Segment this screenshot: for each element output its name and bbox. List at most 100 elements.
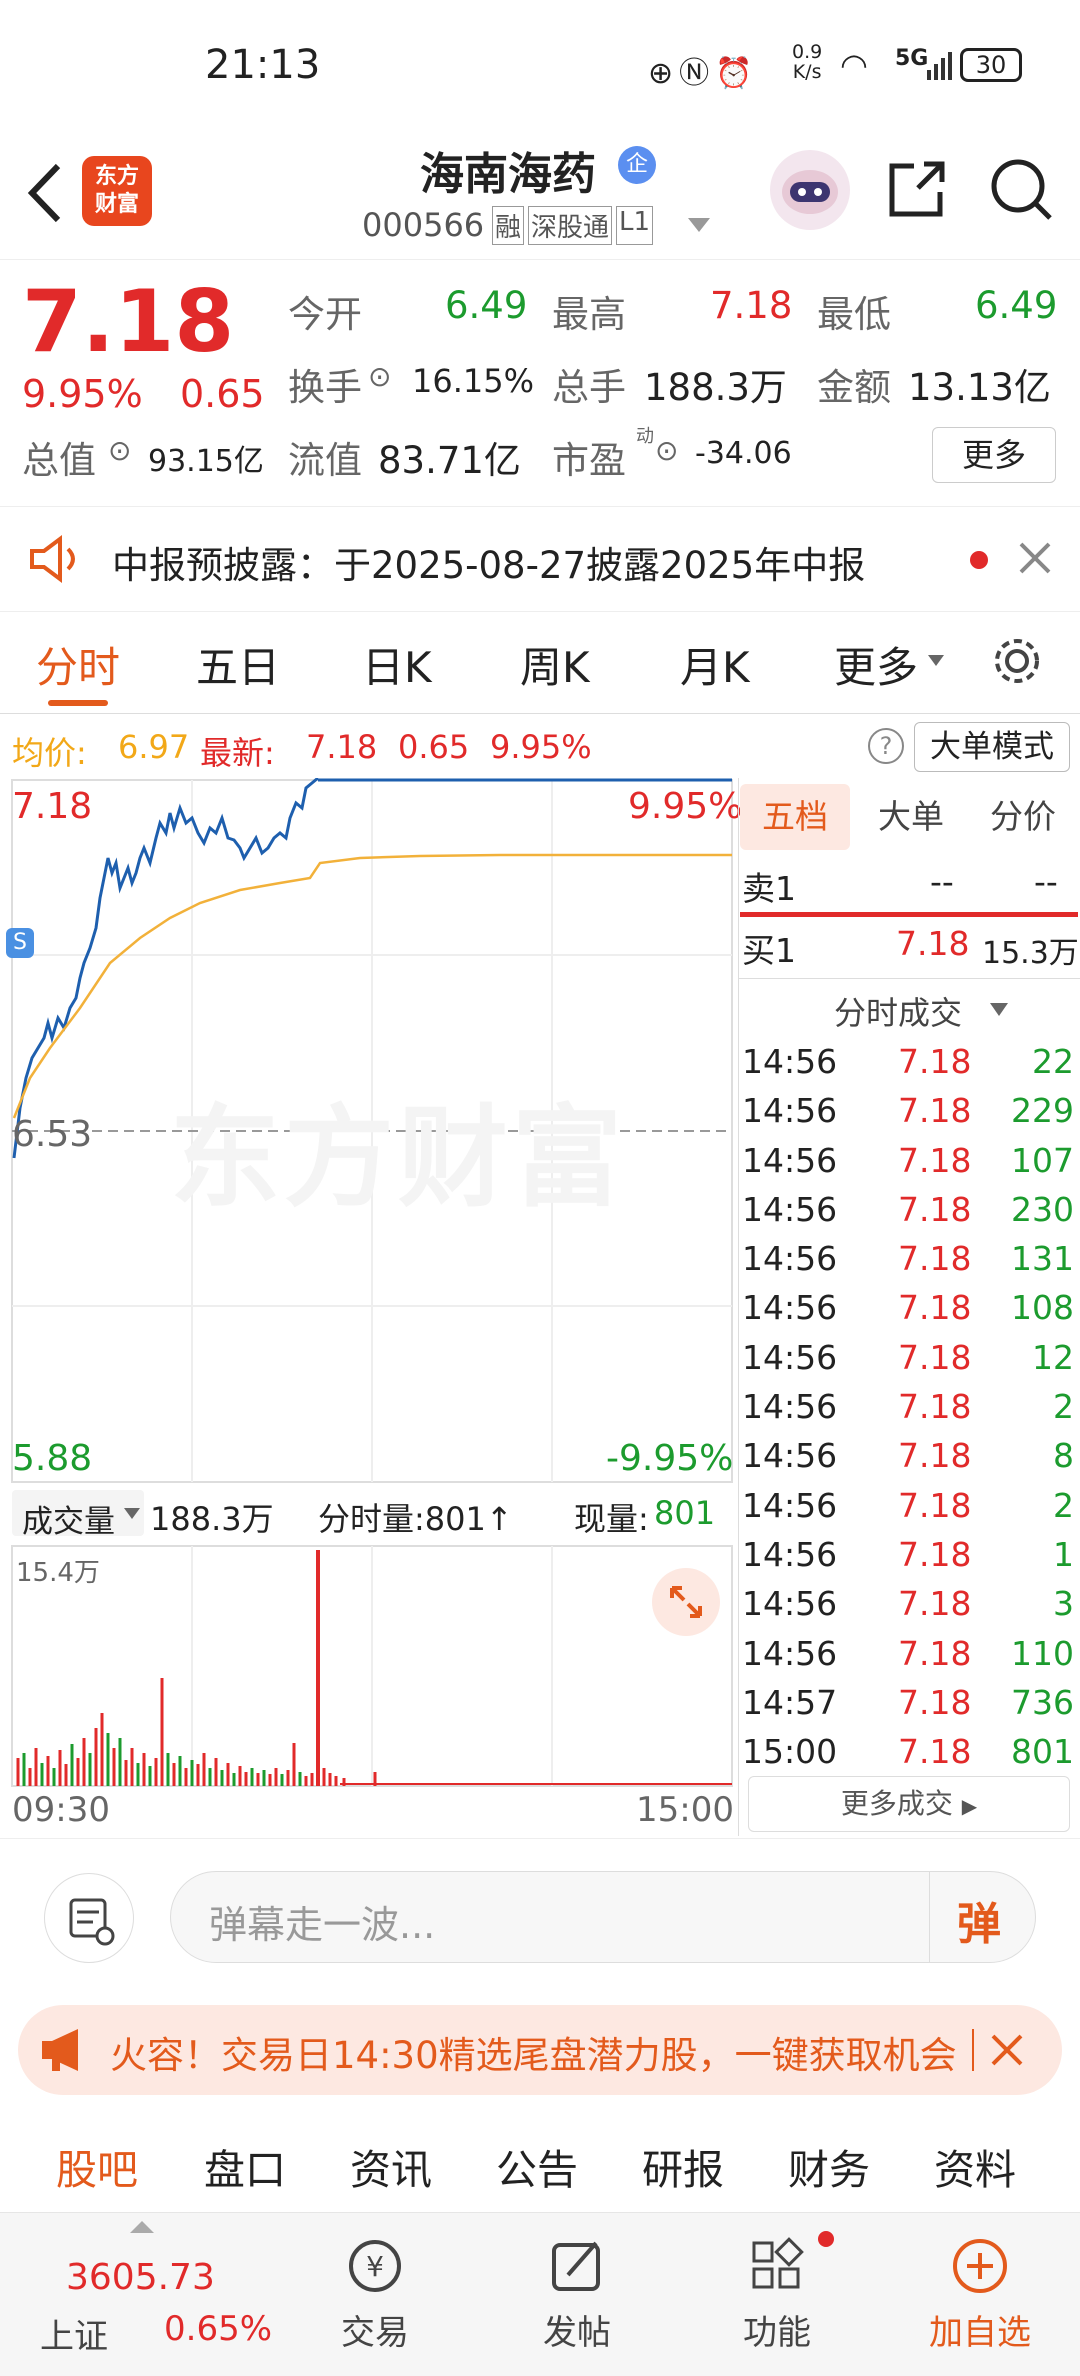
tab-more[interactable]: 更多 [834,634,918,695]
tick-price: 7.18 [898,1387,972,1427]
mcap-label: 总值 [22,439,96,482]
close-icon[interactable] [1018,541,1052,575]
intraday-chart[interactable]: 东方财富 7.18 9.95% 6.53 5.88 -9.95% S 成交量 1… [0,778,742,1838]
volume-selector-label: 成交量 [22,1504,115,1540]
amount-label: 金额 [817,366,891,409]
latest-value: 7.18 [306,728,378,766]
tab-finance[interactable]: 财务 [788,2136,870,2196]
dropdown-icon[interactable] [688,218,710,234]
tick-list: 14:56 7.18 22 14:56 7.18 229 14:56 7.18 107 14… [738,1038,1080,1777]
tab-five-levels[interactable]: 五档 [740,784,850,850]
notice-dot [970,551,988,569]
large-order-mode-button[interactable]: 大单模式 [914,722,1070,772]
sell1-price: -- [930,862,954,901]
minute-volume: 分时量:801↑ [318,1500,513,1538]
tick-time: 14:56 [742,1387,838,1427]
volume-selector[interactable]: 成交量 [12,1490,144,1540]
tag: 融 [492,206,525,245]
more-button[interactable]: 更多 [932,427,1056,483]
tick-volume: 8 [1053,1436,1074,1476]
tick-row: 14:56 7.18 229 [738,1087,1080,1136]
close-icon[interactable] [990,2033,1024,2067]
tick-volume: 229 [1011,1091,1074,1131]
tick-row: 14:56 7.18 3 [738,1580,1080,1629]
index-ticker[interactable]: 3605.73 上证 0.65% [20,2221,280,2361]
tick-price: 7.18 [898,1682,972,1722]
megaphone-icon [38,2025,90,2075]
s-marker[interactable]: S [6,928,34,958]
ticks-title[interactable]: 分时成交 [834,988,962,1034]
danmu-send-button[interactable]: 弹 [957,1888,1001,1952]
promo-banner[interactable]: 火容！交易日14:30精选尾盘潜力股，一键获取机会 [18,2005,1062,2095]
settings-icon[interactable] [990,634,1044,688]
tick-time: 14:56 [742,1042,838,1081]
danmu-input[interactable]: 弹幕走一波... 弹 [170,1871,1036,1963]
tick-price: 7.18 [898,1436,972,1476]
stock-tags: 融 深股通 L1 [492,206,654,245]
function-label: 功能 [743,2313,811,2353]
search-icon[interactable] [988,154,1054,224]
danmu-settings-icon[interactable] [44,1873,134,1963]
tab-profile[interactable]: 资料 [934,2136,1016,2196]
open-label: 今开 [288,293,362,336]
chart-canvas [11,778,733,1787]
svg-text:¥: ¥ [366,2250,384,2283]
current-volume-label: 现量: [574,1500,649,1538]
tab-research[interactable]: 研报 [642,2136,724,2196]
high-value: 7.18 [710,284,793,327]
signal-icon: 5G [895,46,929,71]
add-watchlist-label: 加自选 [929,2313,1031,2353]
divider [972,2029,974,2071]
enterprise-badge: 企 [618,146,656,184]
tab-five-day[interactable]: 五日 [196,634,280,695]
axis-bottom-price: 5.88 [12,1438,93,1479]
tick-time: 14:56 [742,1091,838,1131]
info-icon[interactable]: ⊙ [368,360,391,393]
tab-intraday[interactable]: 分时 [36,634,120,695]
tick-row: 14:56 7.18 2 [738,1383,1080,1432]
volume-total: 188.3万 [150,1500,274,1538]
danmu-bar: 弹幕走一波... 弹 [0,1838,1080,1998]
stock-code: 000566 [362,206,485,244]
tab-orderbook[interactable]: 盘口 [204,2136,286,2196]
pe-value: -34.06 [695,436,792,471]
tab-monthly-k[interactable]: 月K [680,634,750,695]
tick-volume: 2 [1053,1485,1074,1525]
tab-price-distribution[interactable]: 分价 [968,784,1078,850]
back-icon[interactable] [20,158,70,228]
tick-price: 7.18 [898,1485,972,1525]
trade-button[interactable]: ¥ 交易 [320,2231,430,2361]
expand-icon[interactable] [652,1568,720,1636]
low-label: 最低 [817,293,891,336]
tab-announcements[interactable]: 公告 [496,2136,578,2196]
share-icon[interactable] [884,156,950,222]
tab-forum[interactable]: 股吧 [56,2136,138,2196]
tick-row: 14:56 7.18 12 [738,1334,1080,1383]
time-end: 15:00 [636,1790,734,1830]
tick-price: 7.18 [898,1584,972,1624]
chevron-down-icon [990,1002,1008,1016]
quote-panel: 7.18 9.95% 0.65 今开 6.49 最高 7.18 最低 6.49 … [0,262,1080,507]
chart-tabs: 分时 五日 日K 周K 月K 更多 [0,612,1080,714]
tab-daily-k[interactable]: 日K [362,634,432,695]
tab-large-orders[interactable]: 大单 [856,784,966,850]
trade-icon: ¥ [349,2240,401,2292]
add-watchlist-button[interactable]: 加自选 [918,2231,1042,2361]
info-icon[interactable]: ⊙ [108,434,131,467]
help-icon[interactable]: ? [868,728,904,764]
chevron-down-icon [928,652,944,666]
volume-bars [16,1550,732,1786]
tick-price: 7.18 [898,1140,972,1180]
more-trades-button[interactable]: 更多成交 ▶ [748,1776,1070,1832]
function-button[interactable]: 功能 [722,2231,832,2361]
tab-news[interactable]: 资讯 [350,2136,432,2196]
robot-avatar[interactable] [770,150,850,230]
info-icon[interactable]: ⊙ [655,434,678,467]
post-button[interactable]: 发帖 [522,2231,632,2361]
change-pct: 9.95% [22,372,143,416]
tick-row: 14:56 7.18 8 [738,1432,1080,1481]
low-value: 6.49 [975,284,1058,327]
tab-weekly-k[interactable]: 周K [520,634,590,695]
notice-bar[interactable]: 中报预披露：于2025-08-27披露2025年中报 [0,507,1080,612]
danmu-placeholder: 弹幕走一波... [209,1903,436,1947]
